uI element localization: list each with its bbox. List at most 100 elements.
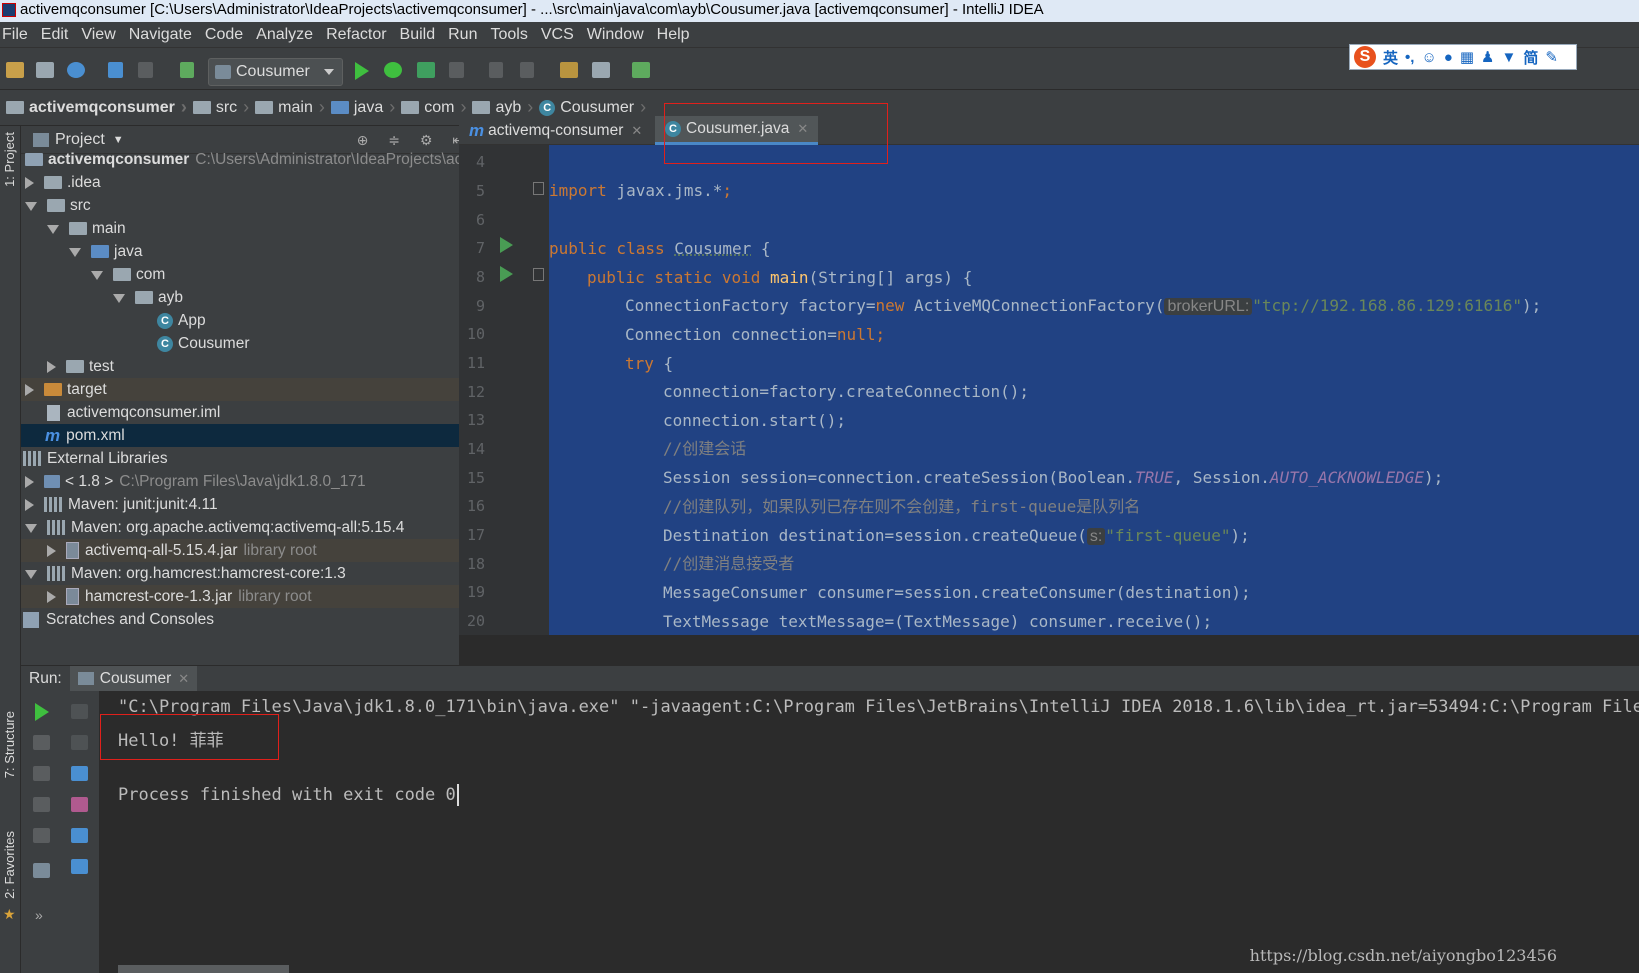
sdk-icon[interactable] — [632, 62, 650, 78]
keyboard-icon[interactable]: ▦ — [1460, 48, 1474, 66]
breadcrumb-ayb[interactable]: ayb › — [472, 97, 533, 118]
tree-root[interactable]: activemqconsumer C:\Users\Administrator\… — [21, 148, 478, 171]
trash-icon[interactable] — [71, 859, 88, 874]
collapse-arrow-icon[interactable] — [113, 294, 125, 303]
console-horizontal-scrollbar[interactable] — [118, 965, 289, 973]
tree-item-external-libraries[interactable]: External Libraries — [21, 447, 478, 470]
run-button[interactable] — [355, 62, 369, 80]
tree-item-activemq-jar[interactable]: activemq-all-5.15.4.jar library root — [21, 539, 478, 562]
tree-item-main[interactable]: main — [21, 217, 478, 240]
expand-arrow-icon[interactable] — [25, 176, 34, 189]
fold-marker-icon[interactable] — [533, 268, 544, 281]
tree-item-pom[interactable]: m pom.xml — [21, 424, 478, 447]
collapse-arrow-icon[interactable] — [47, 225, 59, 234]
scroll-to-end-icon[interactable] — [71, 797, 88, 812]
breadcrumb-project[interactable]: activemqconsumer › — [6, 97, 187, 118]
camera-icon[interactable] — [33, 797, 50, 812]
console-output[interactable]: "C:\Program Files\Java\jdk1.8.0_171\bin\… — [100, 691, 1639, 973]
tree-item-iml[interactable]: activemqconsumer.iml — [21, 401, 478, 424]
up-arrow-icon[interactable] — [71, 704, 88, 719]
open-folder-icon[interactable] — [6, 62, 24, 78]
microphone-icon[interactable]: ● — [1444, 49, 1453, 66]
menu-analyze[interactable]: Analyze — [256, 26, 313, 44]
soft-wrap-icon[interactable] — [71, 766, 88, 781]
expand-arrow-icon[interactable] — [47, 590, 56, 603]
panel-tools[interactable]: ⊕ ≑ ⚙ ⇤ — [357, 132, 472, 149]
forward-arrow-icon[interactable] — [138, 62, 153, 78]
breadcrumb-main[interactable]: main › — [255, 97, 325, 118]
exit-icon[interactable] — [33, 828, 50, 843]
ime-punct[interactable]: •, — [1405, 49, 1414, 66]
debug-bug-icon[interactable] — [384, 62, 402, 78]
menu-help[interactable]: Help — [657, 26, 690, 44]
menu-window[interactable]: Window — [587, 26, 644, 44]
menu-view[interactable]: View — [81, 26, 115, 44]
coverage-icon[interactable] — [417, 62, 435, 78]
menu-code[interactable]: Code — [205, 26, 243, 44]
tree-item-test[interactable]: test — [21, 355, 478, 378]
down-arrow-icon[interactable] — [71, 735, 88, 750]
menu-refactor[interactable]: Refactor — [326, 26, 386, 44]
menu-vcs[interactable]: VCS — [541, 26, 574, 44]
back-arrow-icon[interactable] — [108, 62, 123, 78]
tree-item-target[interactable]: target — [21, 378, 478, 401]
run-tab-cousumer[interactable]: Cousumer ✕ — [69, 665, 198, 692]
star-icon[interactable]: ★ — [3, 906, 16, 923]
tree-item-java[interactable]: java — [21, 240, 478, 263]
tree-item-jdk[interactable]: < 1.8 > C:\Program Files\Java\jdk1.8.0_1… — [21, 470, 478, 493]
print-icon[interactable] — [71, 828, 88, 843]
collapse-arrow-icon[interactable] — [25, 570, 37, 579]
tool-tab-project[interactable]: 1: Project — [2, 132, 17, 187]
wrench-icon[interactable]: ✎ — [1545, 48, 1558, 66]
tab-activemq-consumer[interactable]: m activemq-consumer ✕ — [459, 116, 652, 145]
pause-icon[interactable] — [33, 766, 50, 781]
tree-item-ayb[interactable]: ayb — [21, 286, 478, 309]
user-icon[interactable]: ♟ — [1481, 48, 1494, 66]
stop-icon[interactable] — [33, 735, 50, 750]
breadcrumb-java[interactable]: java › — [330, 97, 395, 118]
tree-item-hamcrest-jar[interactable]: hamcrest-core-1.3.jar library root — [21, 585, 478, 608]
close-icon[interactable]: ✕ — [178, 671, 189, 687]
expand-arrow-icon[interactable] — [25, 498, 34, 511]
tool-tab-structure[interactable]: 7: Structure — [2, 711, 17, 778]
menu-navigate[interactable]: Navigate — [129, 26, 192, 44]
collapse-arrow-icon[interactable] — [25, 202, 37, 211]
make-module-icon[interactable] — [489, 62, 503, 78]
project-panel-title[interactable]: Project — [55, 131, 105, 149]
tree-item-src[interactable]: src — [21, 194, 478, 217]
download-icon[interactable] — [520, 62, 534, 78]
smiley-icon[interactable]: ☺ — [1421, 49, 1436, 66]
menu-build[interactable]: Build — [400, 26, 436, 44]
tree-item-com[interactable]: com — [21, 263, 478, 286]
expand-arrow-icon[interactable] — [25, 383, 34, 396]
tree-item-junit[interactable]: Maven: junit:junit:4.11 — [21, 493, 478, 516]
breadcrumb-com[interactable]: com › — [401, 97, 466, 118]
tree-item-app[interactable]: C App — [21, 309, 478, 332]
chevron-down-icon[interactable]: ▼ — [113, 134, 124, 146]
tree-item-hamcrest[interactable]: Maven: org.hamcrest:hamcrest-core:1.3 — [21, 562, 478, 585]
run-main-gutter-icon[interactable] — [500, 266, 513, 282]
project-structure-icon[interactable] — [592, 62, 610, 78]
collapse-arrow-icon[interactable] — [69, 248, 81, 257]
layout-icon[interactable] — [33, 863, 50, 878]
ime-simplified[interactable]: 简 — [1523, 47, 1538, 68]
breadcrumb-cousumer[interactable]: C Cousumer › — [539, 97, 646, 118]
menu-tools[interactable]: Tools — [490, 26, 527, 44]
tree-item-activemq[interactable]: Maven: org.apache.activemq:activemq-all:… — [21, 516, 478, 539]
expand-arrow-icon[interactable] — [25, 475, 34, 488]
tree-item-idea[interactable]: .idea — [21, 171, 478, 194]
collapse-arrow-icon[interactable] — [25, 524, 37, 533]
fold-marker-icon[interactable] — [533, 182, 544, 195]
close-icon[interactable]: ✕ — [631, 123, 642, 139]
menu-edit[interactable]: Edit — [41, 26, 69, 44]
tree-item-scratches[interactable]: Scratches and Consoles — [21, 608, 478, 631]
menu-file[interactable]: File — [2, 26, 28, 44]
build-project-icon[interactable] — [180, 62, 194, 78]
stop-icon[interactable] — [449, 62, 464, 78]
settings-wrench-icon[interactable] — [560, 62, 578, 78]
run-class-gutter-icon[interactable] — [500, 237, 513, 253]
code-editor[interactable]: import javax.jms.*; public class Cousume… — [549, 145, 1639, 635]
collapse-arrow-icon[interactable] — [91, 271, 103, 280]
run-configuration-select[interactable]: Cousumer — [208, 58, 343, 86]
ime-language[interactable]: 英 — [1383, 47, 1398, 68]
